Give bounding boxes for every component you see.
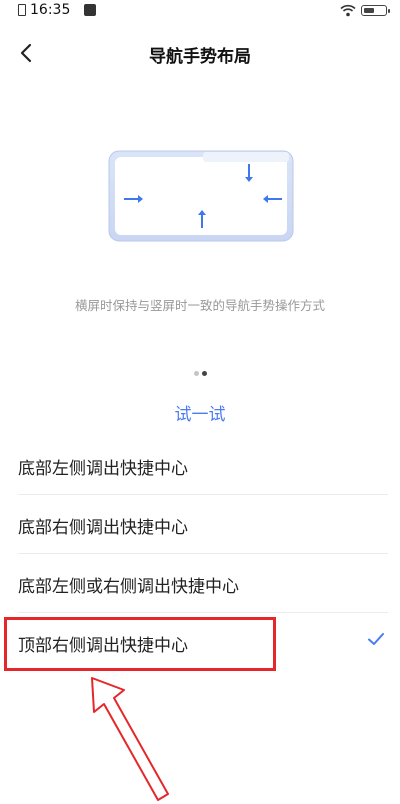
option-bottom-left[interactable]: 底部左侧调出快捷中心: [0, 436, 400, 495]
status-time: 16:35: [30, 2, 71, 18]
nav-bar: 导航手势布局: [0, 30, 400, 74]
description-text: 横屏时保持与竖屏时一致的导航手势操作方式: [74, 298, 325, 313]
option-bottom-left-or-right[interactable]: 底部左侧或右侧调出快捷中心: [0, 554, 400, 613]
gesture-illustration: [108, 150, 294, 242]
option-bottom-right[interactable]: 底部右侧调出快捷中心: [0, 495, 400, 554]
option-label: 底部右侧调出快捷中心: [18, 518, 188, 538]
page-dot-active: [202, 371, 207, 376]
option-label: 顶部右侧调出快捷中心: [18, 636, 188, 656]
wifi-icon: [340, 4, 356, 17]
page-indicator: [192, 371, 212, 379]
page-title: 导航手势布局: [149, 47, 251, 67]
option-label: 底部左侧或右侧调出快捷中心: [18, 577, 239, 597]
option-top-right[interactable]: 顶部右侧调出快捷中心: [0, 613, 400, 672]
battery-icon: [361, 5, 390, 16]
sim-icon: [18, 4, 26, 16]
status-bar: 16:35: [0, 0, 400, 22]
check-icon: [368, 633, 384, 645]
page-dot: [194, 371, 199, 376]
option-list: 底部左侧调出快捷中心 底部右侧调出快捷中心 底部左侧或右侧调出快捷中心 顶部右侧…: [0, 436, 400, 672]
notification-icon: [84, 4, 96, 16]
try-it-button[interactable]: 试一试: [0, 400, 400, 425]
option-label: 底部左侧调出快捷中心: [18, 459, 188, 479]
